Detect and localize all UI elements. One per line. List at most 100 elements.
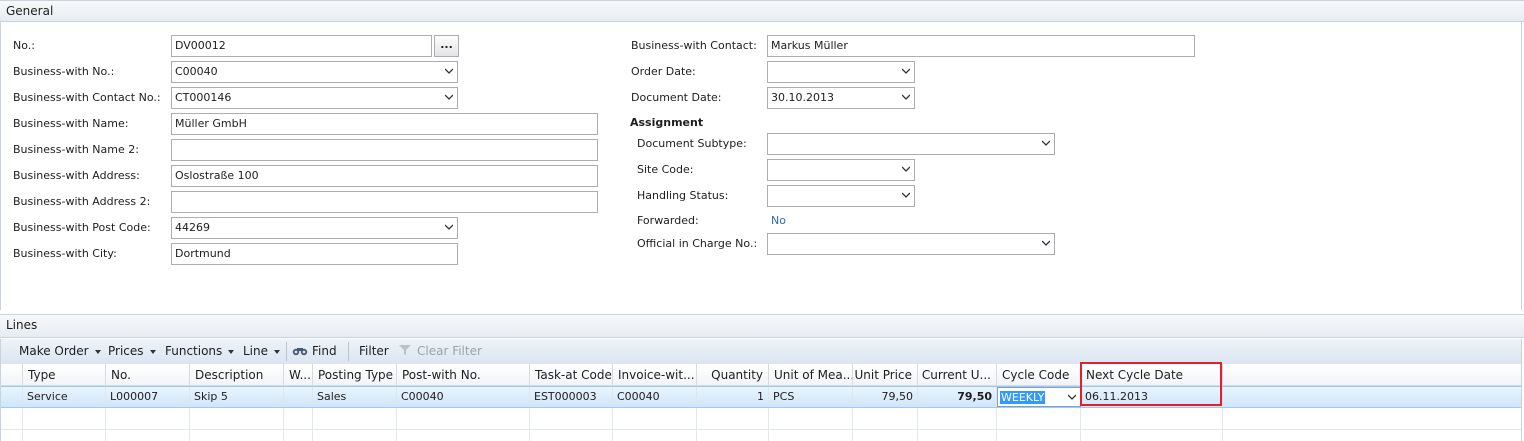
business-with-name-2-label: Business-with Name 2: [13, 143, 139, 156]
column-header-no[interactable]: No. [106, 364, 190, 386]
lines-grid: Type No. Description W... Posting Type P… [0, 364, 1522, 441]
empty-cell[interactable] [613, 408, 697, 441]
business-with-address-field[interactable]: Oslostraße 100 [171, 165, 598, 187]
toolbar-separator [348, 342, 349, 361]
line-menu[interactable]: Line [243, 344, 281, 358]
business-with-no-field[interactable]: C00040 [171, 61, 458, 83]
chevron-down-icon[interactable] [902, 192, 910, 199]
cell-description[interactable]: Skip 5 [190, 387, 284, 407]
make-order-label: Make Order [19, 344, 89, 358]
business-with-address-2-label: Business-with Address 2: [13, 195, 151, 208]
functions-menu[interactable]: Functions [165, 344, 235, 358]
forwarded-value-link[interactable]: No [771, 214, 786, 227]
site-code-field[interactable] [767, 159, 915, 181]
table-row[interactable]: Service L000007 Skip 5 Sales C00040 EST0… [1, 386, 1521, 408]
column-header-quantity[interactable]: Quantity [697, 364, 769, 386]
document-date-field[interactable]: 30.10.2013 [767, 87, 915, 109]
chevron-down-icon[interactable] [902, 94, 910, 101]
empty-cell[interactable] [23, 408, 106, 441]
clear-filter-button: Clear Filter [398, 344, 482, 359]
business-with-name-field[interactable]: Müller GmbH [171, 113, 598, 135]
site-code-label: Site Code: [637, 163, 694, 176]
chevron-down-icon[interactable] [1042, 240, 1050, 247]
official-in-charge-no-field[interactable] [767, 233, 1055, 255]
column-header-current-u[interactable]: Current U... [918, 364, 997, 386]
business-with-contact-no-field[interactable]: CT000146 [171, 87, 458, 109]
business-with-name-2-field[interactable] [171, 139, 598, 161]
find-button[interactable]: Find [292, 344, 337, 359]
business-with-city-label: Business-with City: [13, 247, 117, 260]
business-with-address-2-field[interactable] [171, 191, 598, 213]
business-with-no-value: C00040 [175, 65, 218, 78]
chevron-down-icon[interactable] [1068, 394, 1076, 401]
empty-cell[interactable] [190, 408, 284, 441]
business-with-contact-field[interactable]: Markus Müller [767, 35, 1195, 57]
cell-no[interactable]: L000007 [106, 387, 190, 407]
empty-cell[interactable] [1, 408, 23, 441]
empty-cell[interactable] [397, 408, 530, 441]
document-subtype-field[interactable] [767, 133, 1055, 155]
cell-current-u[interactable]: 79,50 [918, 387, 997, 407]
business-with-post-code-label: Business-with Post Code: [13, 221, 151, 234]
empty-cell[interactable] [530, 408, 613, 441]
empty-cell[interactable] [853, 408, 918, 441]
cell-unit-price[interactable]: 79,50 [853, 387, 918, 407]
empty-cell[interactable] [769, 408, 853, 441]
cell-invoice-with[interactable]: C00040 [613, 387, 697, 407]
empty-cell[interactable] [313, 408, 397, 441]
column-header-unit-of-measure[interactable]: Unit of Mea... [769, 364, 853, 386]
business-with-post-code-field[interactable]: 44269 [171, 217, 458, 239]
column-header-post-with-no[interactable]: Post-with No. [397, 364, 530, 386]
cell-posting-type[interactable]: Sales [313, 387, 397, 407]
column-header-type[interactable]: Type [23, 364, 106, 386]
cell-type[interactable]: Service [23, 387, 106, 407]
column-header-description[interactable]: Description [190, 364, 284, 386]
row-selector-header [1, 364, 23, 386]
caret-down-icon [228, 349, 235, 354]
order-date-label: Order Date: [631, 65, 696, 78]
empty-cell[interactable] [106, 408, 190, 441]
cell-task-at-code[interactable]: EST000003 [530, 387, 613, 407]
prices-menu[interactable]: Prices [108, 344, 156, 358]
empty-cell[interactable] [697, 408, 769, 441]
general-fasttab-header[interactable]: General [0, 0, 1524, 22]
chevron-down-icon[interactable] [902, 166, 910, 173]
chevron-down-icon[interactable] [902, 68, 910, 75]
document-date-value: 30.10.2013 [771, 91, 834, 104]
lines-toolbar: Make Order Prices Functions Line Find Fi… [0, 339, 1522, 364]
cell-quantity[interactable]: 1 [697, 387, 769, 407]
chevron-down-icon[interactable] [445, 94, 453, 101]
document-subtype-label: Document Subtype: [637, 137, 747, 150]
make-order-menu[interactable]: Make Order [19, 344, 101, 358]
cell-unit-of-measure[interactable]: PCS [769, 387, 853, 407]
column-header-task-at-code[interactable]: Task-at Code [530, 364, 613, 386]
chevron-down-icon[interactable] [1042, 140, 1050, 147]
column-header-w[interactable]: W... [284, 364, 313, 386]
cell-post-with-no[interactable]: C00040 [397, 387, 530, 407]
caret-down-icon [274, 349, 281, 354]
lines-fasttab-header[interactable]: Lines [0, 314, 1524, 338]
filter-button[interactable]: Filter [359, 344, 389, 358]
cycle-code-input[interactable]: WEEKLY [997, 387, 1081, 407]
column-header-cycle-code[interactable]: Cycle Code [997, 364, 1081, 386]
column-header-posting-type[interactable]: Posting Type [313, 364, 397, 386]
handling-status-field[interactable] [767, 185, 915, 207]
order-date-field[interactable] [767, 61, 915, 83]
chevron-down-icon[interactable] [445, 68, 453, 75]
chevron-down-icon[interactable] [445, 224, 453, 231]
empty-cell[interactable] [284, 408, 313, 441]
empty-cell[interactable] [997, 408, 1081, 441]
table-row-empty[interactable] [1, 408, 1521, 441]
empty-cell[interactable] [1081, 408, 1223, 441]
no-field[interactable]: DV00012 [171, 35, 432, 57]
cell-w[interactable] [284, 387, 313, 407]
general-title: General [6, 4, 54, 18]
column-header-invoice-with[interactable]: Invoice-wit... [613, 364, 697, 386]
empty-cell[interactable] [918, 408, 997, 441]
business-with-no-label: Business-with No.: [13, 65, 115, 78]
column-header-unit-price[interactable]: Unit Price [853, 364, 918, 386]
no-assist-button[interactable]: ... [434, 35, 459, 57]
row-selector[interactable] [1, 387, 23, 407]
general-panel: No.: DV00012 ... Business-with No.: C000… [0, 22, 1522, 310]
business-with-city-field[interactable]: Dortmund [171, 243, 458, 265]
